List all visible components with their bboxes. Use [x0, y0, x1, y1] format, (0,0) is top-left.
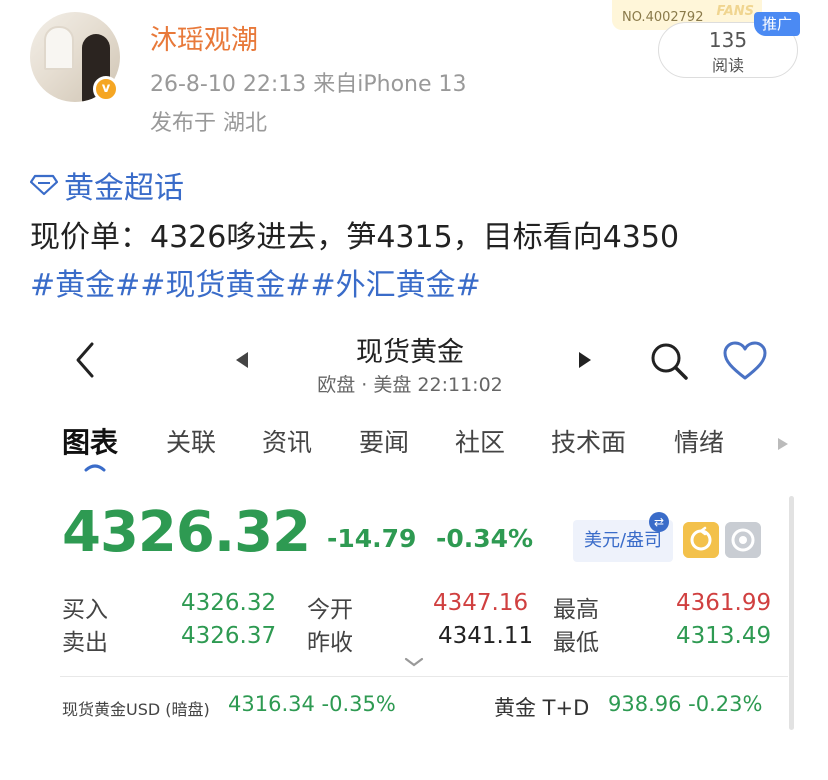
tab-technical[interactable]: 技术面 [551, 423, 626, 459]
expand-chevron-icon[interactable] [403, 656, 425, 668]
prev-close-label: 昨收 [307, 630, 353, 656]
scrollbar[interactable] [789, 496, 794, 730]
td-quote-label[interactable]: 黄金 T+D [494, 692, 589, 722]
super-topic-label: 黄金超话 [64, 171, 184, 206]
sell-value: 4326.37 [181, 623, 277, 649]
display-settings-icon[interactable] [725, 522, 761, 558]
tab-sentiment[interactable]: 情绪 [674, 423, 724, 459]
tab-news[interactable]: 要闻 [359, 423, 409, 459]
tab-community[interactable]: 社区 [455, 423, 505, 459]
favorite-heart-icon[interactable] [722, 340, 768, 382]
low-value: 4313.49 [676, 623, 772, 649]
related-quote-label[interactable]: 现货黄金USD (暗盘) [62, 696, 210, 720]
buy-label: 买入 [62, 597, 108, 623]
promo-badge[interactable]: 推广 [754, 12, 800, 36]
search-icon[interactable] [648, 340, 690, 382]
unit-selector[interactable]: 美元/盎司 ⇄ [573, 512, 673, 562]
open-label: 今开 [307, 597, 353, 623]
prev-triangle-icon[interactable] [232, 350, 250, 370]
buy-value: 4326.32 [181, 590, 277, 616]
refresh-icon[interactable] [683, 522, 719, 558]
current-price: 4326.32 [62, 500, 311, 565]
tab-chart[interactable]: 图表 [62, 421, 118, 461]
high-value: 4361.99 [676, 590, 772, 616]
verified-badge-icon: v [93, 76, 119, 102]
quote-title: 现货黄金 [356, 337, 464, 368]
next-triangle-icon[interactable] [577, 350, 595, 370]
quote-session-time: 欧盘 · 美盘 22:11:02 [317, 374, 503, 396]
sell-label: 卖出 [62, 630, 108, 656]
post-meta: 26-8-10 22:13 来自iPhone 13 [150, 72, 467, 97]
username[interactable]: 沐瑶观潮 [150, 18, 258, 57]
td-quote-value: 938.96 -0.23% [608, 692, 763, 716]
swap-unit-icon: ⇄ [649, 512, 669, 532]
tabs-more-triangle-icon[interactable] [776, 436, 790, 452]
read-count-label: 阅读 [711, 56, 744, 75]
diamond-icon [30, 174, 58, 196]
super-topic-link[interactable]: 黄金超话 [30, 163, 184, 207]
price-change-percent: -0.34% [436, 524, 534, 553]
prev-close-value: 4341.11 [438, 623, 534, 649]
active-tab-indicator [84, 464, 106, 472]
price-change: -14.79 [327, 524, 417, 553]
tab-info[interactable]: 资讯 [262, 423, 312, 459]
avatar-window [44, 26, 74, 70]
back-chevron-icon[interactable] [68, 338, 102, 382]
tab-related[interactable]: 关联 [166, 423, 216, 459]
related-quote-value: 4316.34 -0.35% [228, 692, 396, 716]
fan-sticker-word: FANS [716, 4, 754, 19]
open-value: 4347.16 [433, 590, 529, 616]
divider [60, 676, 788, 677]
unit-label: 美元/盎司 [583, 530, 663, 551]
post-hashtags[interactable]: #黄金##现货黄金##外汇黄金# [30, 260, 481, 304]
high-label: 最高 [553, 597, 599, 623]
low-label: 最低 [553, 630, 599, 656]
post-content: 现价单：4326哆进去，笋4315，目标看向4350 [30, 220, 680, 255]
post-location: 发布于 湖北 [150, 111, 267, 136]
